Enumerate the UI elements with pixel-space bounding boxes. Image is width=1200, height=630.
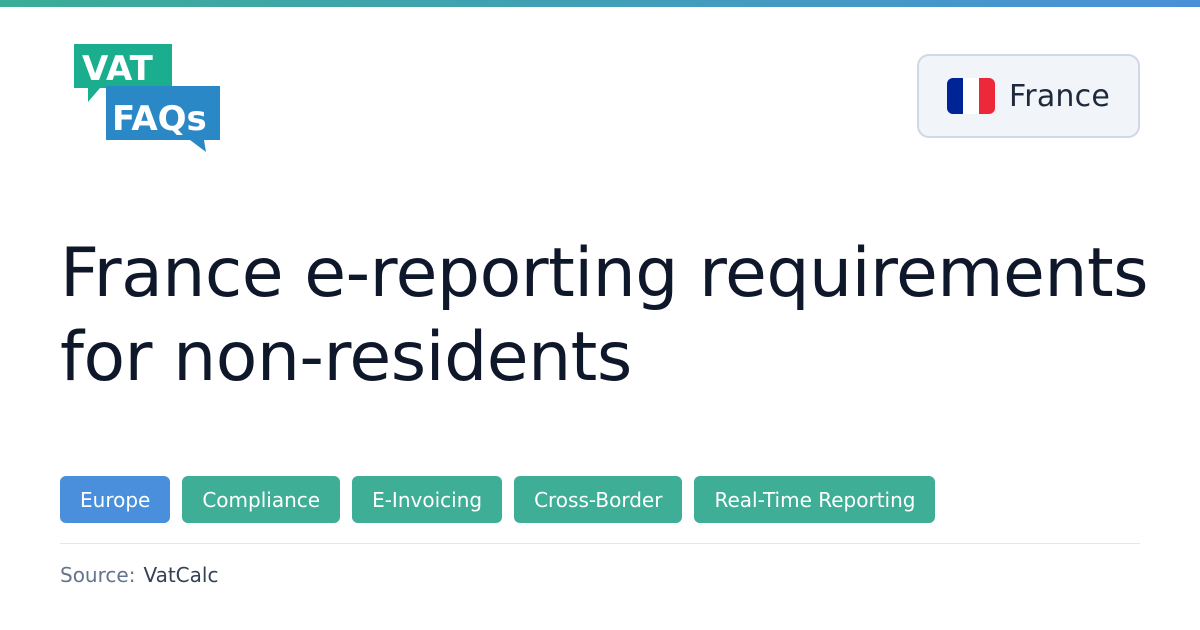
- france-flag-icon: [947, 78, 996, 114]
- tag-cross-border[interactable]: Cross-Border: [514, 476, 683, 523]
- logo-graphic: VAT FAQs: [74, 44, 220, 152]
- page-title: France e-reporting requirements for non-…: [60, 234, 1149, 397]
- tag-europe[interactable]: Europe: [60, 476, 171, 523]
- tag-compliance[interactable]: Compliance: [182, 476, 341, 523]
- source-label: Source:: [60, 563, 136, 587]
- logo-line2: FAQs: [112, 99, 207, 139]
- page: VAT FAQs France France e-reporting requi…: [0, 0, 1200, 630]
- tag-e-invoicing[interactable]: E-Invoicing: [352, 476, 503, 523]
- tag-real-time-reporting[interactable]: Real-Time Reporting: [694, 476, 936, 523]
- source-value[interactable]: VatCalc: [143, 563, 218, 587]
- source-line: Source: VatCalc: [60, 563, 218, 587]
- vatfaqs-logo[interactable]: VAT FAQs: [72, 42, 222, 154]
- divider: [60, 543, 1140, 544]
- country-badge[interactable]: France: [917, 54, 1140, 138]
- accent-bar: [0, 0, 1200, 7]
- tag-list: Europe Compliance E-Invoicing Cross-Bord…: [60, 476, 936, 523]
- country-name: France: [1009, 78, 1110, 114]
- logo-line1: VAT: [82, 49, 154, 89]
